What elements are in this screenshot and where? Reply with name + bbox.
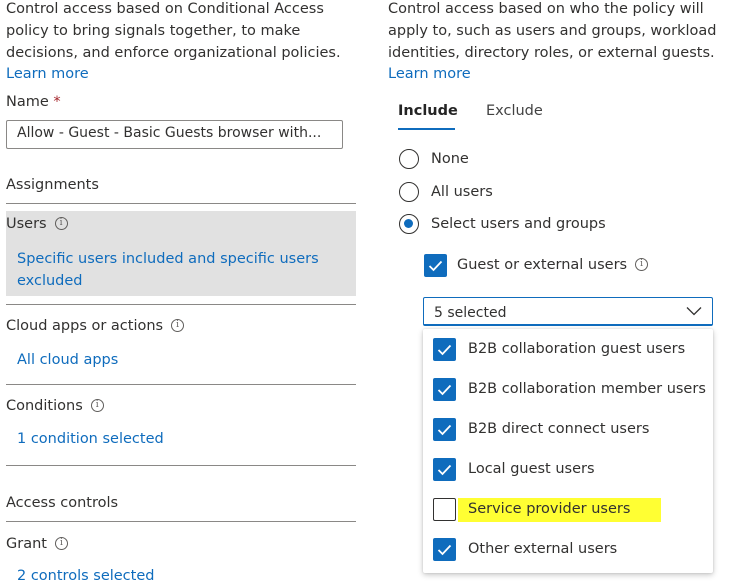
radio-none-label: None [431,151,469,167]
option-other-external-label[interactable]: Other external users [468,541,617,557]
checkmark-icon [437,344,452,355]
left-description: Control access based on Conditional Acce… [6,1,341,61]
grant-label: Grant [6,536,47,552]
checkmark-icon [428,260,443,271]
chevron-down-icon [686,307,702,316]
conditions-label: Conditions [6,398,83,414]
grant-row: Grant i [6,536,68,552]
conditions-value-link[interactable]: 1 condition selected [17,431,164,447]
checkmark-icon [437,464,452,475]
radio-select-users-label: Select users and groups [431,216,606,232]
tab-exclude[interactable]: Exclude [486,103,543,119]
dropdown-value: 5 selected [434,305,507,321]
info-icon[interactable]: i [635,257,649,271]
info-icon[interactable]: i [54,216,68,230]
checkmark-icon [437,544,452,555]
radio-all-users[interactable] [399,182,419,202]
divider [6,304,356,305]
conditions-row: Conditions i [6,398,104,414]
divider [6,203,356,204]
info-icon[interactable]: i [171,318,185,332]
right-description: Control access based on who the policy w… [388,1,717,61]
option-local-guest-label[interactable]: Local guest users [468,461,595,477]
required-mark: * [53,94,61,110]
option-b2b-member-checkbox[interactable] [433,378,456,401]
divider [6,521,356,522]
dropdown-options-panel [423,329,713,573]
left-learn-more-link[interactable]: Learn more [6,66,89,82]
option-b2b-direct-connect-label[interactable]: B2B direct connect users [468,421,649,437]
divider [6,465,356,466]
grant-value-link[interactable]: 2 controls selected [17,568,154,582]
radio-none[interactable] [399,149,419,169]
name-input[interactable]: Allow - Guest - Basic Guests browser wit… [6,120,343,149]
checkmark-icon [437,384,452,395]
users-label: Users [6,216,47,232]
option-b2b-member-label[interactable]: B2B collaboration member users [468,381,706,397]
info-icon[interactable]: i [54,536,68,550]
right-learn-more-link[interactable]: Learn more [388,66,471,82]
option-b2b-guest-checkbox[interactable] [433,338,456,361]
info-icon[interactable]: i [90,398,104,412]
divider [6,384,356,385]
option-local-guest-checkbox[interactable] [433,458,456,481]
option-service-provider-label[interactable]: Service provider users [468,501,630,517]
checkmark-icon [437,424,452,435]
users-row[interactable]: Users i Specific users included and speci… [6,211,356,296]
option-service-provider-checkbox[interactable] [433,498,456,521]
guest-external-label: Guest or external users i [457,257,649,273]
assignments-heading: Assignments [6,177,99,193]
cloud-apps-label: Cloud apps or actions [6,318,164,334]
cloud-apps-value-link[interactable]: All cloud apps [17,352,118,368]
radio-select-users-and-groups[interactable] [399,214,419,234]
option-other-external-checkbox[interactable] [433,538,456,561]
tab-include-underline [398,128,455,130]
guest-external-checkbox[interactable] [424,254,447,277]
option-b2b-direct-connect-checkbox[interactable] [433,418,456,441]
radio-all-users-label: All users [431,184,493,200]
guest-types-dropdown[interactable]: 5 selected [423,297,713,326]
tab-include[interactable]: Include [398,103,458,119]
option-b2b-guest-label[interactable]: B2B collaboration guest users [468,341,685,357]
access-controls-heading: Access controls [6,495,119,511]
users-value-link[interactable]: Specific users included and specific use… [17,248,319,292]
name-label: Name * [6,94,61,110]
cloud-apps-row: Cloud apps or actions i [6,318,185,334]
